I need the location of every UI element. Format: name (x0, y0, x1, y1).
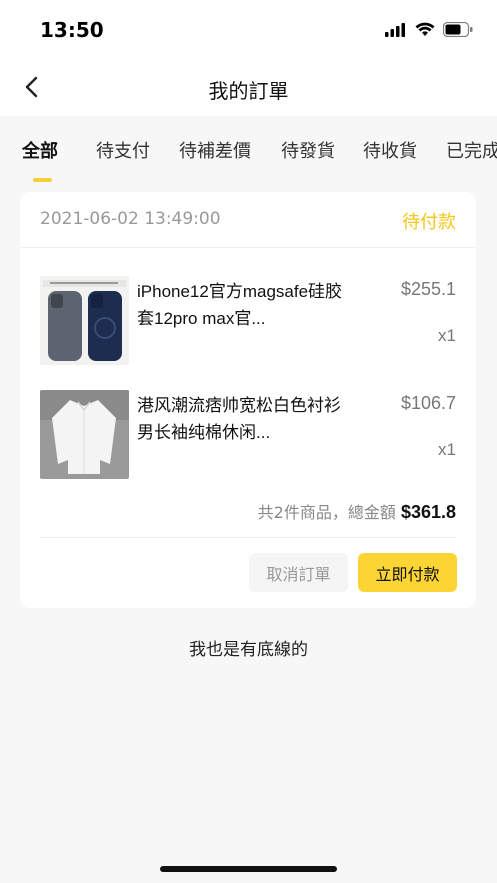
order-card[interactable]: 2021-06-02 13:49:00 待付款 iPhone12官方magsaf… (20, 192, 476, 608)
home-indicator[interactable] (160, 866, 337, 872)
tab-pending-receipt[interactable]: 待收貨 (363, 137, 417, 163)
order-item[interactable]: iPhone12官方magsafe硅胶套12pro max官... $255.1… (20, 276, 476, 368)
divider (40, 537, 456, 538)
tab-all[interactable]: 全部 (22, 137, 58, 163)
order-tabs: 全部 待支付 待補差價 待發貨 待收貨 已完成 (0, 116, 497, 188)
order-total: $361.8 (400, 502, 456, 522)
cancel-order-button[interactable]: 取消訂單 (249, 553, 348, 592)
tab-pending-shipment[interactable]: 待發貨 (281, 137, 335, 163)
active-tab-indicator (33, 178, 52, 182)
status-time: 13:50 (40, 18, 104, 42)
tab-pending-payment[interactable]: 待支付 (96, 137, 150, 163)
order-item[interactable]: 港风潮流痞帅宽松白色衬衫男长袖纯棉休闲... $106.7 x1 (20, 390, 476, 482)
order-summary: 共2件商品，總金額 $361.8 (258, 499, 456, 523)
product-quantity: x1 (438, 326, 456, 345)
wifi-icon (415, 22, 435, 41)
order-datetime: 2021-06-02 13:49:00 (40, 209, 221, 229)
status-icons (385, 21, 473, 41)
product-price: $255.1 (400, 279, 456, 299)
page-title: 我的訂單 (208, 79, 289, 103)
pay-now-button[interactable]: 立即付款 (358, 553, 457, 592)
tab-completed[interactable]: 已完成 (446, 137, 497, 163)
battery-icon (442, 21, 473, 41)
signal-icon (385, 22, 407, 41)
product-quantity: x1 (438, 440, 456, 459)
summary-label: 共2件商品，總金額 (257, 503, 396, 522)
nav-bar: 我的訂單 (0, 62, 497, 116)
product-name: 港风潮流痞帅宽松白色衬衫男长袖纯棉休闲... (137, 396, 341, 442)
product-name: iPhone12官方magsafe硅胶套12pro max官... (137, 282, 343, 328)
tab-price-difference[interactable]: 待補差價 (179, 137, 251, 163)
product-thumbnail-white-shirt (40, 390, 129, 479)
status-bar: 13:50 (0, 0, 497, 62)
order-status: 待付款 (402, 212, 456, 233)
product-price: $106.7 (400, 393, 456, 413)
end-of-list-text: 我也是有底線的 (189, 640, 308, 660)
order-header: 2021-06-02 13:49:00 待付款 (20, 192, 476, 248)
product-thumbnail-phone-case (40, 276, 129, 365)
